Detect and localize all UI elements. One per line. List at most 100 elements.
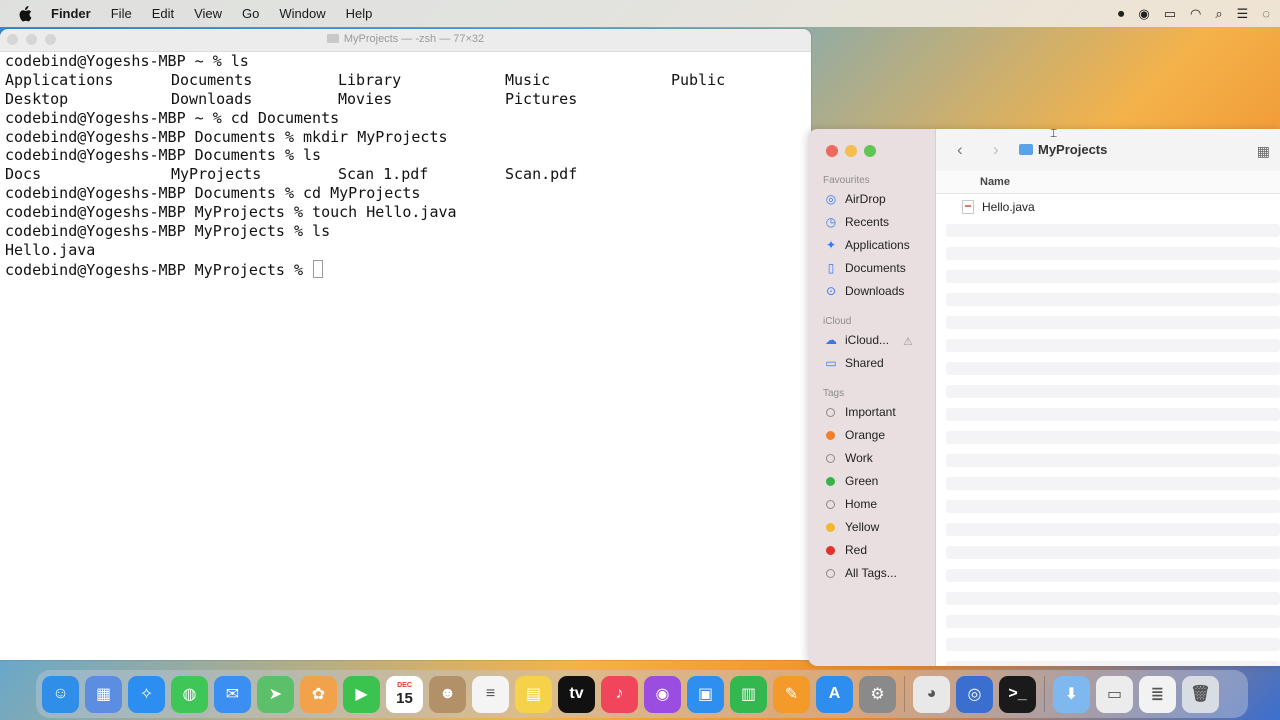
tag-item-home[interactable]: Home: [823, 494, 877, 514]
dock-glyph: ▶: [355, 686, 368, 703]
menu-file[interactable]: File: [111, 6, 132, 21]
menu-edit[interactable]: Edit: [152, 6, 174, 21]
file-row[interactable]: Hello.java: [936, 197, 1280, 217]
record-icon[interactable]: ⏺: [1118, 6, 1125, 22]
folder-icon: [1019, 144, 1033, 155]
dock-glyph: ✉: [225, 686, 240, 703]
dock-recent-window-icon[interactable]: ▭: [1096, 675, 1133, 713]
dock-notes-icon[interactable]: ▤: [515, 675, 552, 713]
sidebar-item-recents[interactable]: ◷ Recents: [823, 212, 889, 232]
tag-dot-icon: [826, 453, 835, 463]
list-row-placeholder: [946, 661, 1280, 666]
path-title-label: MyProjects: [1038, 142, 1108, 157]
sidebar-item-icloud-drive[interactable]: ☁ iCloud...: [823, 330, 889, 350]
dock-calendar-icon[interactable]: DEC 15: [386, 675, 423, 713]
back-chevron-icon[interactable]: ‹: [957, 140, 963, 160]
dock-glyph: ◍: [182, 686, 197, 703]
forward-chevron-icon[interactable]: ›: [993, 140, 999, 160]
dock-glyph: ⬇: [1064, 686, 1079, 703]
dock-maps-icon[interactable]: ➤: [257, 675, 294, 713]
finder-close-button[interactable]: [826, 145, 838, 157]
sidebar-item-documents[interactable]: ▯ Documents: [823, 258, 906, 278]
dock-quicktime-icon[interactable]: ◎: [956, 675, 993, 713]
apple-icon[interactable]: [18, 5, 32, 22]
siri-icon[interactable]: ◌: [1262, 6, 1270, 21]
tag-item-important[interactable]: Important: [823, 402, 896, 422]
tag-item-red[interactable]: Red: [823, 540, 867, 560]
menu-app-name[interactable]: Finder: [51, 6, 91, 21]
menu-window[interactable]: Window: [279, 6, 325, 21]
dock-recent-document-icon[interactable]: ≣: [1139, 675, 1176, 713]
terminal-window[interactable]: MyProjects — -zsh — 77×32 codebind@Yoges…: [0, 29, 811, 660]
sidebar-item-downloads[interactable]: ⊙ Downloads: [823, 281, 904, 301]
list-row-placeholder: [946, 224, 1280, 237]
dock-photos-icon[interactable]: ✿: [300, 675, 337, 713]
dock-trash-icon[interactable]: 🗑: [1182, 675, 1219, 713]
column-header-name[interactable]: Name: [936, 171, 1280, 194]
ls-entry: Public: [671, 70, 726, 89]
dock-app-store-icon[interactable]: A: [816, 675, 853, 713]
dock-pages-icon[interactable]: ✎: [773, 675, 810, 713]
column-header-label: Name: [980, 176, 1010, 188]
dock-tv-icon[interactable]: tv: [558, 675, 595, 713]
sidebar-item-label: iCloud...: [845, 333, 890, 347]
sidebar-item-label: Documents: [845, 261, 906, 275]
dock-glyph: A: [828, 685, 841, 702]
sidebar-item-label: Applications: [845, 238, 910, 252]
dock-system-settings-icon[interactable]: ⚙: [859, 675, 896, 713]
tag-item-orange[interactable]: Orange: [823, 425, 885, 445]
dock-reminders-icon[interactable]: ≡: [472, 675, 509, 713]
sidebar-item-applications[interactable]: ✦ Applications: [823, 235, 910, 255]
dock-terminal-icon[interactable]: >_: [999, 675, 1036, 713]
search-icon[interactable]: ⌕: [1215, 6, 1222, 22]
list-row-placeholder: [946, 615, 1280, 628]
terminal-titlebar[interactable]: MyProjects — -zsh — 77×32: [0, 29, 811, 52]
menu-help[interactable]: Help: [346, 6, 373, 21]
list-row-placeholder: [946, 316, 1280, 329]
finder-zoom-button[interactable]: [864, 145, 876, 157]
sidebar-item-shared[interactable]: ▭ Shared: [823, 353, 883, 373]
wifi-icon[interactable]: ◠: [1190, 6, 1201, 22]
tag-label: All Tags...: [845, 566, 897, 580]
dock-mail-icon[interactable]: ✉: [214, 675, 251, 713]
user-icon[interactable]: ◉: [1138, 6, 1149, 22]
path-title[interactable]: MyProjects: [1019, 142, 1107, 157]
dock-safari-icon[interactable]: ✧: [128, 675, 165, 713]
battery-icon[interactable]: ▭: [1164, 6, 1176, 22]
sidebar-item-airdrop[interactable]: ◎ AirDrop: [823, 189, 886, 209]
finder-window[interactable]: Favourites ◎ AirDrop ◷ Recents ✦ Applications…: [808, 129, 1280, 666]
finder-minimize-button[interactable]: [845, 145, 857, 157]
dock-music-icon[interactable]: ♪: [601, 675, 638, 713]
terminal-line: codebind@Yogeshs-MBP Documents % ls: [5, 146, 322, 165]
grid-view-icon[interactable]: ▦: [1257, 143, 1270, 160]
dock-finder-icon[interactable]: ☺: [42, 675, 79, 713]
control-center-icon[interactable]: ☰: [1237, 6, 1249, 22]
dock-keynote-icon[interactable]: ▣: [687, 675, 724, 713]
dock-messages-icon[interactable]: ◍: [171, 675, 208, 713]
menu-go[interactable]: Go: [242, 6, 259, 21]
warning-icon[interactable]: ⚠: [903, 335, 913, 348]
dock-facetime-icon[interactable]: ▶: [343, 675, 380, 713]
terminal-output[interactable]: codebind@Yogeshs-MBP ~ % ls Applications D…: [5, 52, 811, 279]
dock-glyph: ☻: [439, 685, 456, 702]
list-row-placeholder: [946, 339, 1280, 352]
dock-chrome-icon[interactable]: ◕: [913, 675, 950, 713]
tag-label: Home: [845, 497, 878, 511]
dock-launchpad-icon[interactable]: ▦: [85, 675, 122, 713]
tag-item-alltags[interactable]: All Tags...: [823, 563, 897, 583]
dock-numbers-icon[interactable]: ▥: [730, 675, 767, 713]
finder-main: ‹ › MyProjects ▦ Name Hello.java: [936, 129, 1280, 666]
tag-dot-icon: [826, 407, 835, 417]
tag-item-work[interactable]: Work: [823, 448, 873, 468]
dock-contacts-icon[interactable]: ☻: [429, 675, 466, 713]
terminal-prompt-line[interactable]: codebind@Yogeshs-MBP MyProjects %: [5, 259, 811, 279]
dock-podcasts-icon[interactable]: ◉: [644, 675, 681, 713]
list-row-placeholder: [946, 500, 1280, 513]
dock-downloads-stack-icon[interactable]: ⬇: [1053, 675, 1090, 713]
tag-dot-icon: [826, 476, 835, 486]
tag-item-yellow[interactable]: Yellow: [823, 517, 879, 537]
terminal-ls-row: Docs MyProjects Scan 1.pdf Scan.pdf: [5, 165, 811, 184]
shared-folder-icon: ▭: [825, 356, 837, 370]
menu-view[interactable]: View: [194, 6, 222, 21]
tag-item-green[interactable]: Green: [823, 471, 878, 491]
